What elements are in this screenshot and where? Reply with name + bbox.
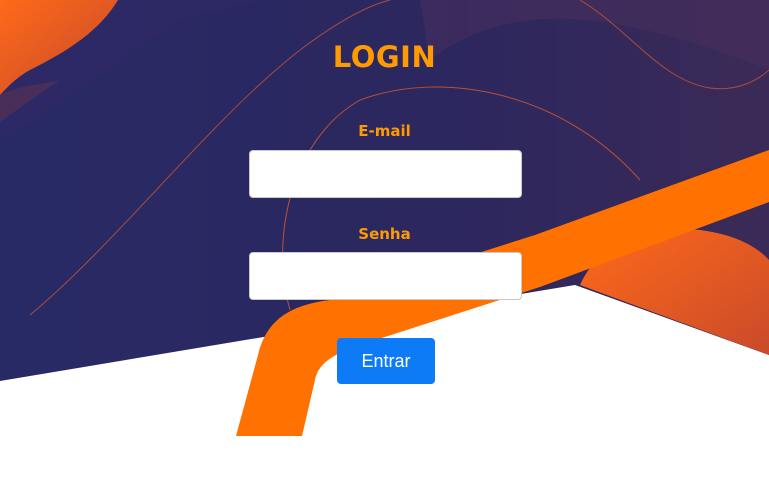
submit-button[interactable]: Entrar bbox=[337, 338, 435, 384]
login-form: LOGIN E-mail Senha Entrar bbox=[0, 0, 769, 482]
page-title: LOGIN bbox=[332, 40, 437, 74]
password-label: Senha bbox=[358, 225, 411, 243]
password-field[interactable] bbox=[249, 252, 522, 300]
email-field[interactable] bbox=[249, 150, 522, 198]
email-label: E-mail bbox=[358, 122, 411, 140]
